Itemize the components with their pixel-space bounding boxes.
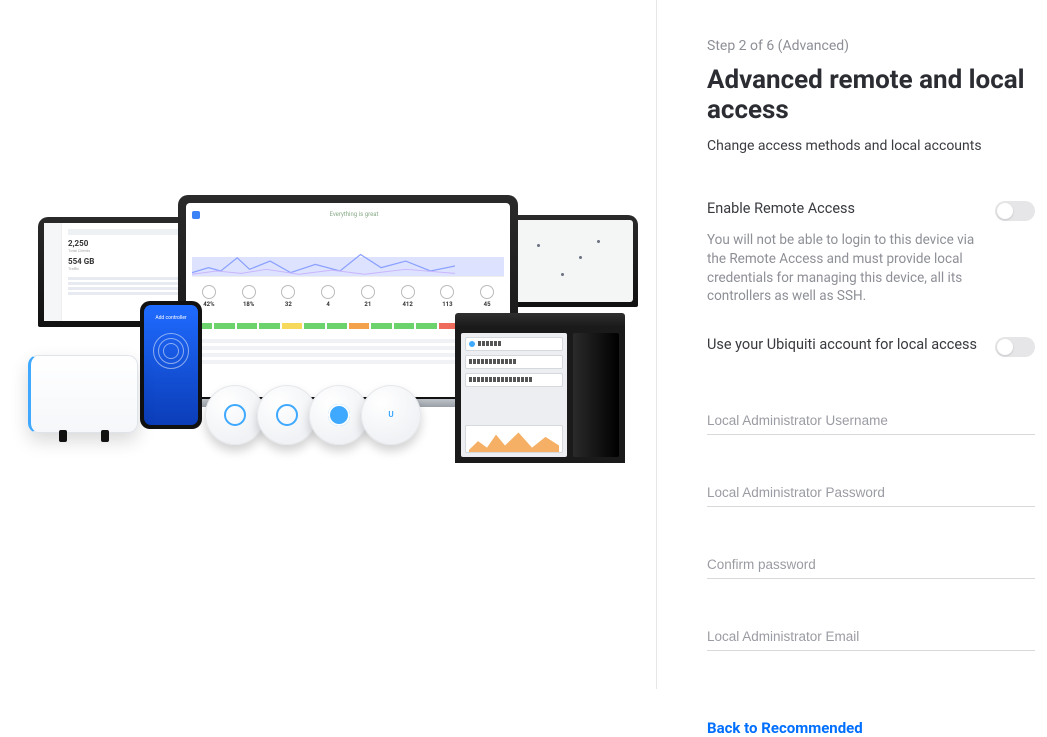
- stat-traffic: 554 GB: [68, 257, 186, 266]
- page-title: Advanced remote and local access: [707, 66, 1035, 126]
- local-admin-username-input[interactable]: [707, 407, 1035, 435]
- confirm-password-input[interactable]: [707, 551, 1035, 579]
- remote-access-toggle[interactable]: [995, 201, 1035, 221]
- ubiquiti-account-toggle[interactable]: [995, 337, 1035, 357]
- remote-access-help: You will not be able to login to this de…: [707, 231, 977, 307]
- product-illustration: 2,250 Total Clients 554 GB Traffic: [0, 0, 656, 689]
- gateway-device: [28, 355, 138, 433]
- phone-app: Add controller: [140, 301, 202, 429]
- ubiquiti-account-row: Use your Ubiquiti account for local acce…: [707, 336, 1035, 357]
- device-stage: 2,250 Total Clients 554 GB Traffic: [28, 195, 628, 495]
- laptop-map: [508, 215, 638, 307]
- page-subtitle: Change access methods and local accounts: [707, 138, 1035, 154]
- dashboard-status: Everything is great: [204, 211, 504, 218]
- back-to-recommended-link[interactable]: Back to Recommended: [707, 695, 1035, 737]
- remote-access-label: Enable Remote Access: [707, 200, 855, 217]
- phone-title: Add controller: [155, 315, 186, 321]
- step-indicator: Step 2 of 6 (Advanced): [707, 38, 1035, 54]
- local-admin-password-input[interactable]: [707, 479, 1035, 507]
- access-points: U: [213, 385, 421, 445]
- local-admin-email-input[interactable]: [707, 623, 1035, 651]
- setup-form-panel: Step 2 of 6 (Advanced) Advanced remote a…: [657, 0, 1047, 689]
- server-rack: [455, 313, 625, 463]
- stat-clients: 2,250: [68, 239, 186, 248]
- remote-access-row: Enable Remote Access: [707, 200, 1035, 221]
- ubiquiti-account-label: Use your Ubiquiti account for local acce…: [707, 336, 977, 353]
- metric-row: 42% 18% 32 4 21 412 113 45: [192, 285, 504, 313]
